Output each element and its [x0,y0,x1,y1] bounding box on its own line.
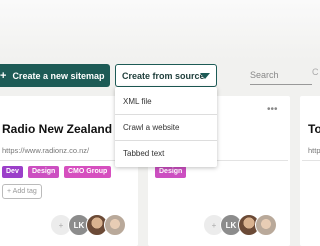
source-dropdown-menu: XML file Crawl a website Tabbed text [115,87,217,167]
search-overflow-text: C [312,67,319,77]
caret-down-icon [200,73,210,79]
avatar[interactable] [255,214,277,236]
plus-icon: + [0,69,7,82]
menu-divider [115,140,217,141]
tag-cmo-group[interactable]: CMO Group [64,166,112,178]
menu-item-xml-file[interactable]: XML file [123,97,152,106]
create-sitemap-button[interactable]: + Create a new sitemap [0,64,110,87]
sitemap-card[interactable] [300,96,320,246]
card-divider [302,160,320,161]
create-from-source-button[interactable]: Create from source [115,64,217,87]
create-sitemap-label: Create a new sitemap [12,70,105,81]
tag-dev[interactable]: Dev [2,166,23,178]
card-title[interactable]: To [308,122,320,136]
more-options-icon[interactable]: ••• [267,104,278,115]
header-background [0,0,320,60]
tag-design[interactable]: Design [155,166,187,178]
create-from-source-label: Create from source [122,70,205,81]
card-url[interactable]: https://www.radionz.co.nz/ [2,146,89,155]
menu-item-tabbed-text[interactable]: Tabbed text [123,149,164,158]
add-tag-button[interactable]: + Add tag [2,184,42,199]
tag-design[interactable]: Design [28,166,60,178]
card-title[interactable]: Radio New Zealand [2,122,112,136]
avatar[interactable] [104,214,126,236]
card-url[interactable]: http [308,146,320,155]
menu-divider [115,114,217,115]
search-input[interactable]: Search [250,66,312,85]
menu-item-crawl-website[interactable]: Crawl a website [123,123,179,132]
